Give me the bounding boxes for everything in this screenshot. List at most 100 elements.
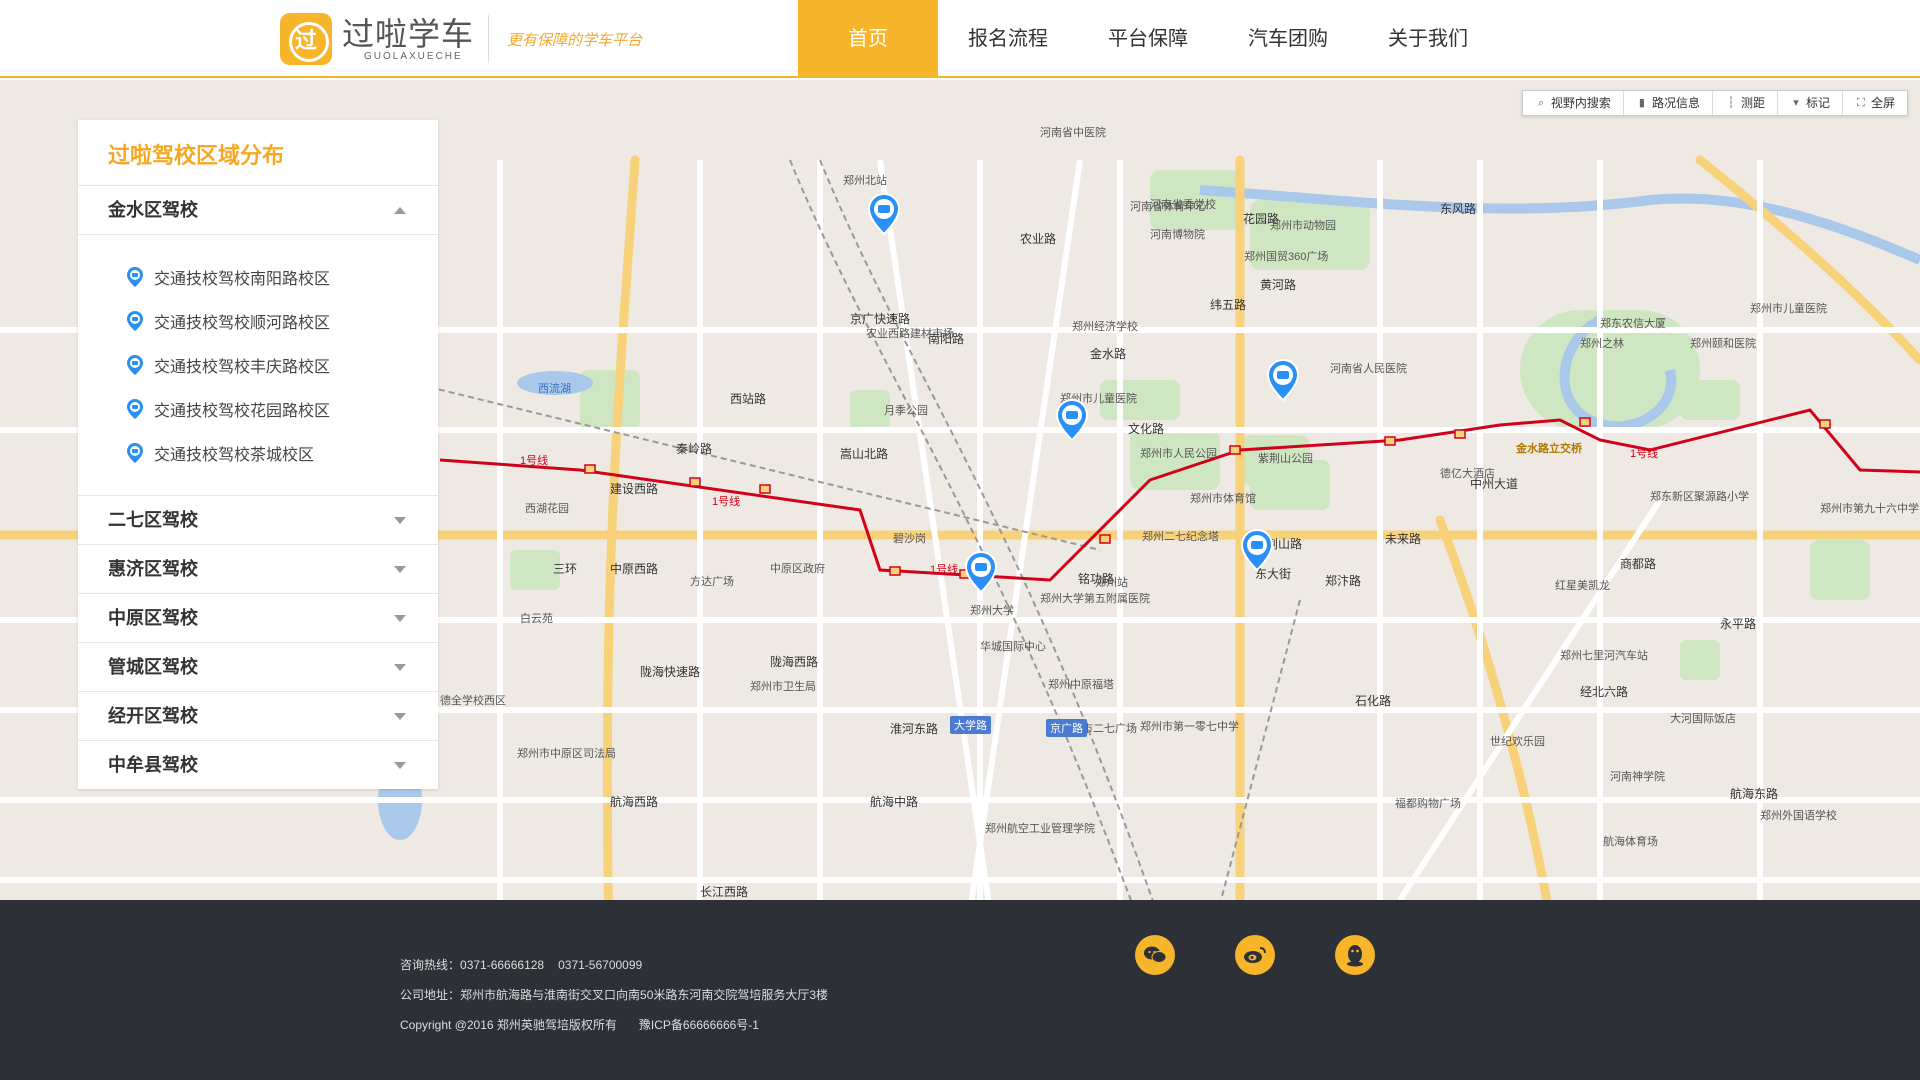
district-header[interactable]: 中原区驾校 (78, 594, 438, 642)
campus-item[interactable]: 交通技校驾校顺河路校区 (78, 299, 438, 343)
map-place-label: 德亿大酒店 (1440, 468, 1495, 480)
map-place-label: 郑州市第一零七中学 (1140, 721, 1239, 733)
map-place-label: 月季公园 (884, 405, 928, 417)
wechat-icon[interactable] (1135, 935, 1175, 975)
map-road-label: 商都路 (1620, 557, 1657, 571)
map-place-label: 郑州市中原区司法局 (517, 748, 616, 760)
district-header[interactable]: 惠济区驾校 (78, 545, 438, 593)
district-header[interactable]: 管城区驾校 (78, 643, 438, 691)
location-pin-icon (127, 311, 143, 331)
district-group-huiji: 惠济区驾校 (78, 545, 438, 594)
map-road-label: 纬五路 (1210, 298, 1247, 312)
logo-divider (488, 15, 490, 63)
map-place-label: 金水路立交桥 (1516, 443, 1582, 455)
nav-item-signup-process[interactable]: 报名流程 (938, 0, 1078, 78)
school-location-pin[interactable] (867, 192, 901, 236)
map-road-label: 东风路 (1440, 202, 1477, 216)
map-place-label: 郑州之林 (1580, 338, 1624, 350)
district-header[interactable]: 二七区驾校 (78, 496, 438, 544)
school-location-pin[interactable] (1240, 528, 1274, 572)
metro-line-label: 1号线 (712, 496, 741, 508)
map-road-label: 郑汴路 (1325, 574, 1362, 588)
map-place-label: 大河国际饭店 (1670, 713, 1736, 725)
brand-name-en: GUOLAXUECHE (364, 50, 463, 62)
map-place-label: 郑州经济学校 (1072, 321, 1138, 333)
map-place-label: 西流湖 (538, 383, 571, 395)
map-tool-fullscreen[interactable]: ⛶ 全屏 (1843, 91, 1907, 115)
map-place-label: 郑东新区聚源路小学 (1650, 491, 1749, 503)
map-place-label: 郑州中原福塔 (1048, 679, 1114, 691)
district-group-zhongyuan: 中原区驾校 (78, 594, 438, 643)
district-group-jingkai: 经开区驾校 (78, 692, 438, 741)
map-road-label: 长江西路 (700, 885, 749, 899)
qq-icon[interactable] (1335, 935, 1375, 975)
map-place-label: 航海体育场 (1603, 836, 1658, 848)
map-place-label: 白云苑 (520, 613, 553, 625)
campus-item[interactable]: 交通技校驾校南阳路校区 (78, 255, 438, 299)
social-links (1135, 935, 1435, 975)
campus-list: 交通技校驾校南阳路校区 交通技校驾校顺河路校区 交通技校驾校丰庆路校区 交通技校… (78, 234, 438, 495)
brand-name: 过啦学车 (342, 15, 475, 52)
district-group-erqi: 二七区驾校 (78, 496, 438, 545)
map-place-label: 郑州市人民公园 (1140, 448, 1217, 460)
site-logo[interactable]: 过 过啦学车 GUOLAXUECHE 更有保障的学车平台 (280, 13, 642, 65)
map-road-label: 秦岭路 (676, 442, 713, 456)
footer-hotline: 咨询热线：0371-66666128 0371-56700099 (400, 958, 643, 972)
campus-item[interactable]: 交通技校驾校丰庆路校区 (78, 343, 438, 387)
school-location-pin[interactable] (1055, 398, 1089, 442)
map-road-label: 黄河路 (1260, 278, 1297, 292)
map-place-label: 紫荆山公园 (1258, 453, 1313, 465)
map-place-label: 方达广场 (690, 576, 734, 588)
chevron-down-icon (394, 566, 406, 573)
map-road-label: 陇海快速路 (640, 665, 701, 679)
nav-item-car-group-buy[interactable]: 汽车团购 (1218, 0, 1358, 78)
map-place-label: 郑州大学第五附属医院 (1040, 593, 1150, 605)
map-road-label: 三环 (553, 562, 578, 576)
chevron-down-icon (394, 762, 406, 769)
weibo-icon[interactable] (1235, 935, 1275, 975)
map-tool-traffic[interactable]: ▮ 路况信息 (1624, 91, 1713, 115)
map-place-label: 农业西路建材市场 (866, 328, 954, 340)
location-pin-icon (127, 355, 143, 375)
map-place-label: 中原区政府 (770, 563, 825, 575)
nav-item-platform-guarantee[interactable]: 平台保障 (1078, 0, 1218, 78)
fullscreen-icon: ⛶ (1857, 97, 1865, 109)
brand-slogan: 更有保障的学车平台 (507, 30, 643, 49)
district-header[interactable]: 中牟县驾校 (78, 741, 438, 789)
map-road-label: 西站路 (730, 392, 767, 406)
chevron-down-icon (394, 713, 406, 720)
map-place-label: 红星美凯龙 (1555, 580, 1610, 592)
map-place-label: 世纪欢乐园 (1490, 736, 1545, 748)
map-place-label: 德全学校西区 (440, 695, 506, 707)
campus-item[interactable]: 交通技校驾校茶城校区 (78, 431, 438, 475)
district-group-guancheng: 管城区驾校 (78, 643, 438, 692)
ruler-icon: ┆ (1727, 97, 1735, 109)
main-nav: 首页 报名流程 平台保障 汽车团购 关于我们 (798, 0, 1498, 78)
map-road-label: 航海西路 (610, 795, 659, 809)
campus-item[interactable]: 交通技校驾校花园路校区 (78, 387, 438, 431)
map-road-label: 嵩山北路 (840, 447, 889, 461)
map-place-label: 郑州市儿童医院 (1750, 303, 1827, 315)
site-header: 过 过啦学车 GUOLAXUECHE 更有保障的学车平台 首页 报名流程 平台保… (0, 0, 1920, 78)
school-location-pin[interactable] (1266, 358, 1300, 402)
logo-icon: 过 (280, 13, 332, 65)
search-icon: ⌕ (1537, 97, 1544, 109)
map-tool-measure[interactable]: ┆ 测距 (1713, 91, 1778, 115)
district-header[interactable]: 经开区驾校 (78, 692, 438, 740)
nav-item-home[interactable]: 首页 (798, 0, 938, 78)
map-place-label: 郑州市卫生局 (750, 681, 816, 693)
nav-item-about-us[interactable]: 关于我们 (1358, 0, 1498, 78)
map-place-label: 郑州市动物园 (1270, 220, 1336, 232)
map-road-label: 陇海西路 (770, 655, 819, 669)
map-place-label: 郑州航空工业管理学院 (985, 823, 1095, 835)
map-place-label: 华城国际中心 (980, 641, 1046, 653)
road-tag: 京广路 (1046, 719, 1087, 737)
district-header[interactable]: 金水区驾校 (78, 186, 438, 234)
road-tag: 大学路 (950, 716, 991, 734)
location-pin-icon (127, 267, 143, 287)
map-place-label: 郑州北站 (843, 175, 887, 187)
school-location-pin[interactable] (964, 550, 998, 594)
map-toolbar: ⌕ 视野内搜索 ▮ 路况信息 ┆ 测距 ▾ 标记 ⛶ 全屏 (1521, 90, 1908, 116)
map-tool-mark[interactable]: ▾ 标记 (1778, 91, 1843, 115)
map-tool-search-in-view[interactable]: ⌕ 视野内搜索 (1523, 91, 1624, 115)
